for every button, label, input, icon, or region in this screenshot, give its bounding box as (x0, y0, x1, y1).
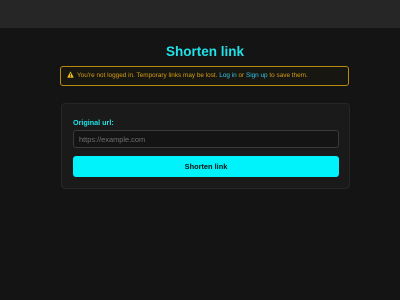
top-navbar (0, 0, 400, 28)
original-url-label: Original url: (73, 118, 114, 127)
original-url-input[interactable] (73, 130, 339, 148)
login-link[interactable]: Log in (219, 72, 236, 79)
login-warning-banner: You're not logged in. Temporary links ma… (60, 66, 349, 86)
warning-triangle-icon (67, 68, 74, 78)
warning-text-end: to save them. (269, 72, 308, 79)
page-title: Shorten link (165, 44, 244, 59)
shorten-link-button[interactable]: Shorten link (73, 156, 339, 177)
warning-or-text: or (238, 72, 245, 79)
signup-link[interactable]: Sign up (246, 72, 268, 79)
shorten-form-card: Original url: Shorten link (61, 103, 350, 189)
warning-text: You're not logged in. Temporary links ma… (77, 72, 218, 79)
